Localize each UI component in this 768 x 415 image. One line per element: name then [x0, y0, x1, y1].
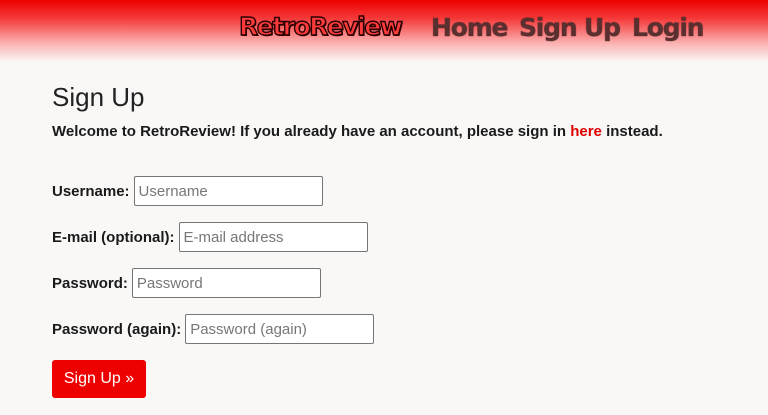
- username-row: Username:: [52, 176, 323, 206]
- intro-text: Welcome to RetroReview! If you already h…: [52, 123, 663, 140]
- password-row: Password:: [52, 268, 321, 298]
- site-logo[interactable]: RetroReview: [238, 11, 403, 41]
- nav-home-link[interactable]: Home: [431, 13, 509, 42]
- nav-login-link[interactable]: Login: [632, 13, 705, 42]
- sign-up-button[interactable]: Sign Up »: [52, 360, 146, 398]
- sign-in-here-link[interactable]: here: [570, 123, 602, 140]
- username-input[interactable]: [133, 176, 323, 206]
- password-confirm-input[interactable]: [185, 314, 375, 344]
- email-input[interactable]: [178, 222, 368, 252]
- password-label: Password:: [52, 274, 128, 292]
- password-confirm-label: Password (again):: [52, 320, 182, 338]
- email-row: E-mail (optional):: [52, 222, 368, 252]
- email-label: E-mail (optional):: [52, 228, 175, 246]
- page-title: Sign Up: [52, 82, 145, 112]
- intro-suffix: instead.: [601, 123, 663, 140]
- username-label: Username:: [52, 182, 130, 200]
- nav-signup-link[interactable]: Sign Up: [519, 13, 621, 42]
- site-header: RetroReview Home Sign Up Login: [0, 0, 768, 62]
- password-confirm-row: Password (again):: [52, 314, 375, 344]
- password-input[interactable]: [131, 268, 321, 298]
- intro-prefix: Welcome to RetroReview! If you already h…: [52, 123, 571, 140]
